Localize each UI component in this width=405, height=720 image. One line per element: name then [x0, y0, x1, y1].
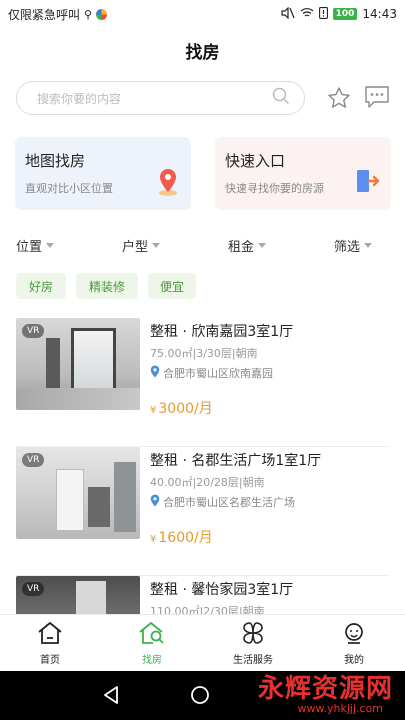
listing-info: 40.00㎡|20/28层|朝南	[150, 476, 265, 489]
search-icon[interactable]	[272, 87, 290, 109]
tag-good-house[interactable]: 好房	[16, 273, 66, 299]
listing-item[interactable]: VR 整租 · 欣南嘉园3室1厅 75.00㎡|3/30层|朝南 合肥市蜀山区欣…	[16, 318, 390, 447]
page-title: 找房	[185, 43, 220, 63]
filter-bar: 位置 户型 租金 筛选	[16, 236, 389, 256]
profile-icon	[342, 621, 366, 648]
tab-profile[interactable]: 我的	[319, 621, 389, 666]
chevron-down-icon	[258, 243, 267, 248]
services-icon	[240, 621, 266, 648]
star-favorite-icon[interactable]	[325, 84, 353, 112]
exit-door-icon	[355, 167, 381, 199]
map-search-card[interactable]: 地图找房 直观对比小区位置	[15, 137, 191, 210]
listing-location: 合肥市蜀山区欣南嘉园	[150, 365, 273, 381]
status-time: 14:43	[362, 7, 397, 21]
tab-home[interactable]: 首页	[15, 621, 85, 666]
location-pin-icon	[155, 167, 181, 201]
vr-badge: VR	[22, 582, 45, 596]
tag-cheap[interactable]: 便宜	[148, 273, 196, 299]
watermark-url: www.yhkjjj.com	[297, 702, 384, 715]
quick-entry-card[interactable]: 快速入口 快速寻找你要的房源	[215, 137, 391, 210]
location-pin-icon	[150, 365, 160, 381]
listing-price: ¥ 1600/月	[150, 530, 213, 546]
home-circle-icon[interactable]	[190, 685, 210, 709]
filter-more[interactable]: 筛选	[334, 236, 373, 255]
vr-badge: VR	[22, 324, 45, 338]
listing-item[interactable]: VR 整租 · 名郡生活广场1室1厅 40.00㎡|20/28层|朝南 合肥市蜀…	[16, 447, 390, 576]
bottom-tab-bar: 首页 找房 生活服务 我的	[0, 614, 405, 671]
listing-title: 整租 · 馨怡家园3室1厅	[150, 582, 294, 598]
filter-layout[interactable]: 户型	[122, 236, 161, 255]
status-carrier-text: 仅限紧急呼叫	[8, 7, 81, 22]
usb-icon: ⚲	[84, 7, 93, 21]
listing-location: 合肥市蜀山区名郡生活广场	[150, 494, 295, 510]
status-bar: 仅限紧急呼叫 ⚲ 100 14:43	[0, 0, 405, 28]
listing-item[interactable]: VR 整租 · 馨怡家园3室1厅 110.00㎡|2/30层|朝南	[16, 576, 390, 614]
battery-icon: 100	[332, 8, 358, 20]
chevron-down-icon	[152, 243, 161, 248]
listing-info: 110.00㎡|2/30层|朝南	[150, 605, 265, 614]
filter-rent[interactable]: 租金	[228, 236, 267, 255]
app-notification-icon	[96, 8, 108, 20]
message-icon[interactable]	[363, 83, 391, 111]
listing-info: 75.00㎡|3/30层|朝南	[150, 347, 258, 360]
search-input[interactable]: 搜索你要的内容	[16, 81, 305, 115]
watermark-logo: 永辉资源网	[257, 674, 393, 704]
vr-badge: VR	[22, 453, 45, 467]
wifi-icon	[300, 7, 314, 21]
home-icon	[37, 621, 63, 648]
listing-photo: VR	[16, 447, 140, 539]
find-house-icon	[138, 621, 166, 648]
listing-title: 整租 · 欣南嘉园3室1厅	[150, 324, 294, 340]
listing-photo: VR	[16, 576, 140, 614]
filter-location[interactable]: 位置	[16, 236, 55, 255]
chevron-down-icon	[364, 243, 373, 248]
search-placeholder: 搜索你要的内容	[37, 91, 122, 106]
mute-icon	[281, 6, 295, 22]
tab-life-services[interactable]: 生活服务	[218, 621, 288, 666]
location-pin-icon	[150, 494, 160, 510]
back-triangle-icon[interactable]	[102, 685, 120, 709]
tag-fine-decoration[interactable]: 精装修	[76, 273, 138, 299]
listing-title: 整租 · 名郡生活广场1室1厅	[150, 453, 322, 469]
sim-alert-icon	[318, 6, 328, 22]
tab-find-house[interactable]: 找房	[117, 621, 187, 666]
chevron-down-icon	[46, 243, 55, 248]
listing-photo: VR	[16, 318, 140, 410]
listing-price: ¥ 3000/月	[150, 401, 213, 417]
